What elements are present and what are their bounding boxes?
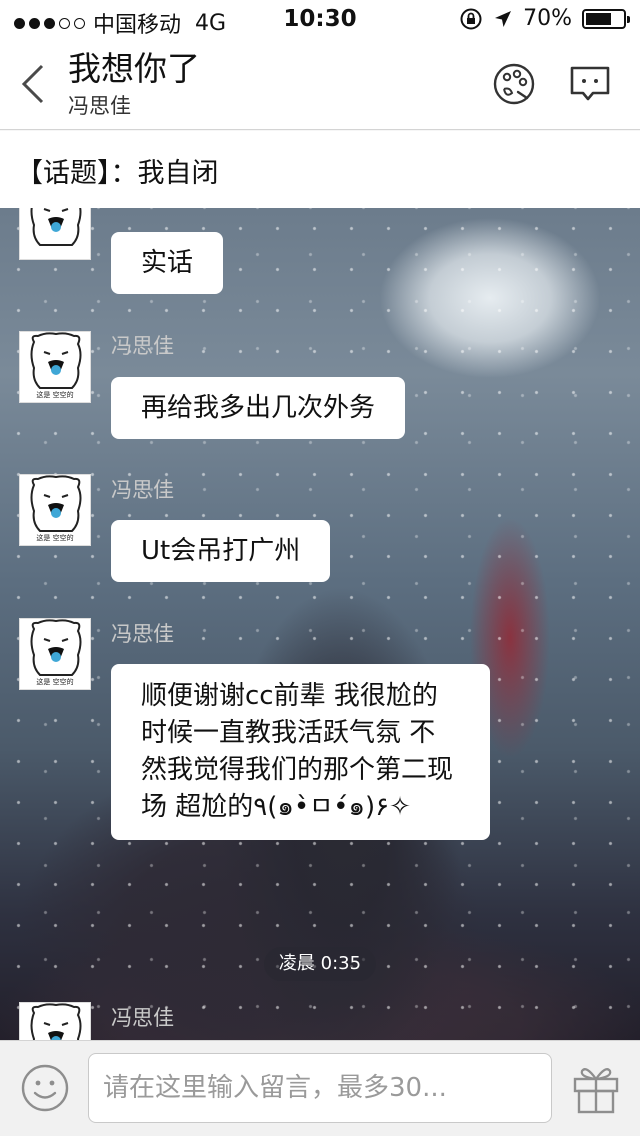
message-bubble[interactable]: 再给我多出几次外务: [111, 377, 406, 439]
message-input[interactable]: [88, 1053, 552, 1123]
page-title: 我想你了: [68, 49, 200, 88]
message-bubble[interactable]: Ut会吊打广州: [111, 520, 331, 582]
back-icon[interactable]: [18, 62, 48, 106]
battery-percent: 70%: [523, 6, 572, 31]
message-bubble[interactable]: 顺便谢谢cc前辈 我很尬的时候一直教我活跃气氛 不然我觉得我们的那个第二现场 超…: [111, 664, 490, 840]
avatar-caption: 这是 空空的: [36, 534, 74, 542]
avatar-caption: 这是 空空的: [36, 678, 74, 686]
message-bubble[interactable]: 实话: [111, 232, 224, 294]
palette-icon[interactable]: [492, 62, 536, 106]
timestamp: 凌晨 0:35: [264, 947, 376, 981]
avatar[interactable]: 这是 空空的: [19, 331, 91, 403]
sender-name: 冯思佳: [111, 1006, 174, 1030]
page-subtitle: 冯思佳: [68, 94, 131, 118]
input-bar: [0, 1040, 640, 1136]
chat-area[interactable]: 实话 这是 空空的 冯思佳 再给我多出几次外务 这是 空空的 冯思佳 Ut会吊打…: [0, 208, 640, 1040]
emoji-icon[interactable]: [20, 1063, 70, 1113]
avatar-caption: 这是 空空的: [36, 391, 74, 399]
topic-bar: 【话题】：我自闭: [0, 131, 640, 208]
topic-text: 【话题】：我自闭: [16, 158, 219, 189]
status-bar: 中国移动 4G 10:30 70%: [0, 0, 640, 40]
nav-header: 我想你了 冯思佳: [0, 40, 640, 130]
sender-name: 冯思佳: [111, 478, 174, 502]
avatar[interactable]: 这是 空空的: [19, 474, 91, 546]
sender-name: 冯思佳: [111, 334, 174, 358]
avatar[interactable]: 这是 空空的: [19, 618, 91, 690]
message-icon[interactable]: [568, 64, 612, 104]
avatar[interactable]: [19, 208, 91, 260]
location-arrow-icon: [495, 10, 512, 27]
sender-name: 冯思佳: [111, 622, 174, 646]
orientation-lock-icon: [460, 8, 482, 29]
avatar[interactable]: [19, 1002, 91, 1040]
battery-icon: [582, 8, 630, 29]
gift-icon[interactable]: [572, 1061, 620, 1115]
background-image: [0, 208, 640, 1040]
